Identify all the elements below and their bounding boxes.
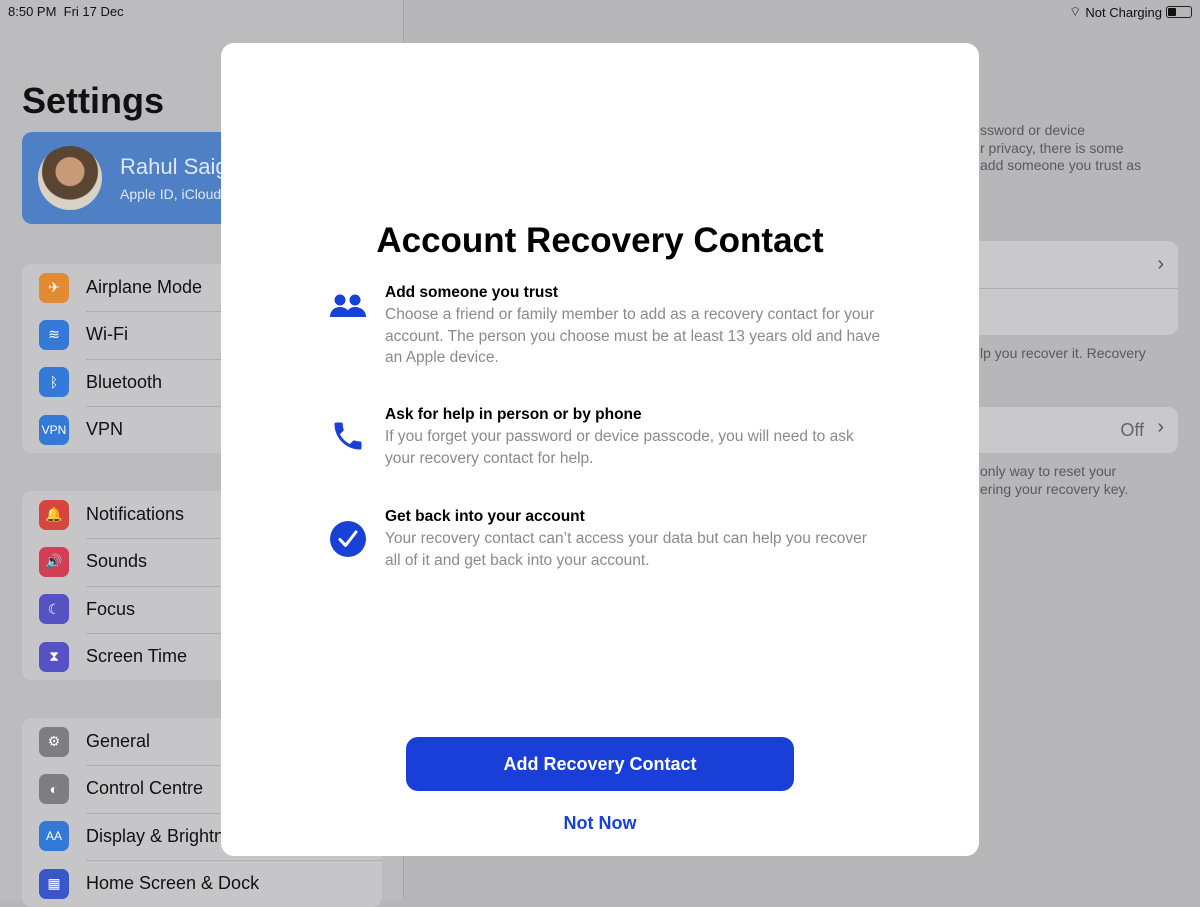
people-icon xyxy=(326,284,370,328)
modal-title: Account Recovery Contact xyxy=(376,221,824,260)
sounds-icon: 🔊 xyxy=(39,546,69,577)
avatar xyxy=(38,146,102,210)
recovery-contact-cell[interactable]: › xyxy=(960,241,1178,335)
sidebar-item-label: Wi-Fi xyxy=(86,324,128,345)
moon-icon: ☾ xyxy=(39,594,69,625)
sidebar-item-label: Sounds xyxy=(86,551,148,572)
sidebar-item-label: Focus xyxy=(86,598,136,619)
vpn-icon: VPN xyxy=(39,414,69,445)
sidebar-item-label: Bluetooth xyxy=(86,371,163,392)
key-note: only way to reset your ering your recove… xyxy=(980,463,1128,498)
contact-note: lp you recover it. Recovery xyxy=(980,345,1146,361)
notifications-icon: 🔔 xyxy=(39,499,69,530)
status-bar: 8:50 PM Fri 17 Dec ⌔ Not Charging xyxy=(0,0,1200,22)
home-screen-icon: ▦ xyxy=(39,868,69,899)
sidebar-item-label: Control Centre xyxy=(86,778,204,799)
date: Fri 17 Dec xyxy=(63,4,124,19)
sidebar-item-label: General xyxy=(86,731,151,752)
sidebar-item-label: Notifications xyxy=(86,504,185,525)
status-right: ⌔ Not Charging xyxy=(1069,4,1192,20)
phone-icon xyxy=(326,414,370,458)
recovery-key-cell[interactable]: Off › xyxy=(960,407,1178,453)
wifi-icon: ≋ xyxy=(39,319,69,350)
feature-description: Choose a friend or family member to add … xyxy=(385,306,881,366)
chevron-right-icon: › xyxy=(1157,253,1164,275)
bluetooth-icon: ᛒ xyxy=(39,367,69,398)
hourglass-icon: ⧗ xyxy=(39,641,69,672)
page-title: Settings xyxy=(22,80,165,121)
feature-title: Add someone you trust xyxy=(385,284,559,301)
key-note-line: only way to reset your xyxy=(980,463,1117,479)
feature-title: Ask for help in person or by phone xyxy=(385,406,642,423)
intro-line: add someone you trust as xyxy=(980,157,1142,173)
key-note-line: ering your recovery key. xyxy=(980,480,1129,497)
gear-icon: ⚙ xyxy=(39,726,69,757)
feature-description: Your recovery contact can’t access your … xyxy=(385,530,867,569)
status-time-date: 8:50 PM Fri 17 Dec xyxy=(8,4,124,19)
wifi-icon: ⌔ xyxy=(1069,4,1082,19)
charging-status: Not Charging xyxy=(1085,4,1162,20)
intro-text: ssword or device r privacy, there is som… xyxy=(980,122,1141,175)
sidebar-item-label: Screen Time xyxy=(86,646,188,667)
account-subtitle: Apple ID, iCloud xyxy=(120,186,222,202)
feature-title: Get back into your account xyxy=(385,508,585,525)
sidebar-item-label: Home Screen & Dock xyxy=(86,873,260,894)
account-recovery-modal: Account Recovery Contact Add someone you… xyxy=(221,43,979,856)
not-now-button[interactable]: Not Now xyxy=(221,813,979,834)
sidebar-item-label: Airplane Mode xyxy=(86,277,203,298)
account-name: Rahul Saig xyxy=(120,154,228,179)
feature-description: If you forget your password or device pa… xyxy=(385,428,854,467)
checkmark-circle-icon xyxy=(326,517,370,561)
recovery-key-value: Off xyxy=(1120,420,1144,440)
chevron-right-icon: › xyxy=(1157,416,1164,438)
intro-line: r privacy, there is some xyxy=(980,139,1124,156)
airplane-icon: ✈ xyxy=(39,272,69,303)
display-icon: AA xyxy=(39,821,69,852)
battery-icon xyxy=(1166,6,1192,18)
intro-line: ssword or device xyxy=(980,122,1086,138)
sidebar-item-label: VPN xyxy=(86,419,124,440)
toggles-icon: ◐ xyxy=(39,773,69,804)
divider xyxy=(960,288,1178,289)
time: 8:50 PM xyxy=(8,4,57,19)
add-recovery-contact-button[interactable]: Add Recovery Contact xyxy=(406,737,794,791)
